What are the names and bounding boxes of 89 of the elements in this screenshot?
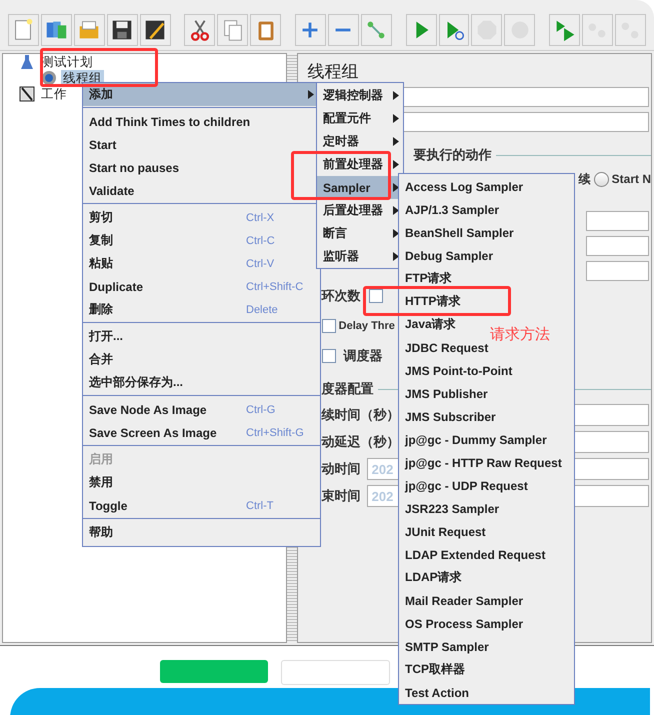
field-label: 动时间 — [322, 460, 361, 478]
play-icon — [447, 22, 464, 40]
submenu-arrow-icon — [393, 160, 399, 169]
gear-icon — [41, 70, 57, 86]
menu-item[interactable]: 配置元件 — [317, 107, 403, 130]
menu-item[interactable]: JSR223 Sampler — [399, 497, 506, 520]
menu-item[interactable]: 粘贴 Ctrl-V — [83, 252, 320, 275]
section-title: 要执行的动作 — [414, 146, 492, 164]
toolbar-button[interactable] — [140, 14, 171, 46]
checkbox-label: Delay Thre — [338, 320, 395, 332]
menu-item[interactable]: 删除 Delete — [83, 298, 320, 321]
section-title: 度器配置 — [322, 380, 374, 398]
menu-item[interactable]: Start no pauses — [83, 156, 320, 179]
field-label: 续时间（秒） — [322, 406, 400, 424]
text-field[interactable] — [586, 261, 649, 281]
menu-item[interactable]: Toggle Ctrl-T — [83, 494, 320, 517]
menu-item[interactable]: Save Screen As Image Ctrl+Shift-G — [83, 421, 320, 444]
checkbox[interactable] — [322, 319, 336, 333]
clipboard-icon — [258, 22, 274, 40]
double-play-icon — [556, 20, 574, 42]
menu-item[interactable]: jp@gc - HTTP Raw Request — [399, 451, 568, 474]
menu-item[interactable]: Debug Sampler — [399, 244, 500, 267]
text-field[interactable] — [586, 236, 649, 256]
menu-item[interactable]: Add Think Times to children — [83, 110, 320, 133]
menu-item[interactable]: JMS Subscriber — [399, 405, 502, 428]
submenu-arrow-icon — [393, 183, 399, 192]
panel-title: 线程组 — [308, 61, 360, 82]
submenu-arrow-icon — [393, 114, 399, 123]
annotation-note: 请求方法 — [490, 325, 550, 344]
menu-item[interactable]: FTP请求 — [399, 267, 458, 290]
flask-icon — [19, 54, 35, 70]
submenu-arrow-icon — [393, 91, 399, 100]
menu-item[interactable]: JMS Publisher — [399, 382, 494, 405]
submenu-arrow-icon — [308, 90, 314, 99]
menu-item[interactable]: AJP/1.3 Sampler — [399, 198, 506, 221]
menu-item[interactable]: Start — [83, 133, 320, 156]
radio-label: Start N — [612, 172, 651, 186]
menu-item[interactable]: 复制 Ctrl-C — [83, 229, 320, 252]
menu-item[interactable]: 剪切 Ctrl-X — [83, 206, 320, 229]
menu-item[interactable]: Test Action — [399, 681, 476, 704]
field-label: 环次数 — [322, 287, 361, 305]
connector-icon — [368, 22, 385, 38]
folder-icon — [80, 21, 99, 38]
menu-item[interactable]: 选中部分保存为... — [83, 371, 320, 394]
clipboard-icon — [19, 86, 35, 102]
play-icon — [416, 22, 428, 38]
menu-item[interactable]: 禁用 — [83, 471, 320, 494]
menu-item[interactable]: 合并 — [83, 348, 320, 371]
pencil-icon — [146, 20, 165, 40]
menu-item[interactable]: 帮助 — [83, 521, 320, 544]
radio-label: 续 — [578, 170, 591, 188]
minus-icon — [336, 28, 351, 32]
menu-item[interactable]: JUnit Request — [399, 520, 492, 543]
menu-item[interactable]: 定时器 — [317, 130, 403, 153]
menu-item[interactable]: jp@gc - Dummy Sampler — [399, 428, 553, 451]
toolbar-button[interactable] — [184, 14, 216, 46]
menu-item[interactable]: Save Node As Image Ctrl-G — [83, 398, 320, 421]
field-label: 束时间 — [322, 486, 361, 504]
radio-button[interactable] — [594, 172, 609, 186]
blank-page-icon — [16, 18, 33, 40]
submenu-arrow-icon — [393, 229, 399, 238]
menu-item[interactable]: Mail Reader Sampler — [399, 589, 530, 612]
tree-node[interactable]: 工作 — [39, 86, 69, 102]
menu-item[interactable]: LDAP Extended Request — [399, 543, 552, 566]
menu-item[interactable]: Validate — [83, 179, 320, 202]
checkbox[interactable] — [368, 289, 383, 303]
submenu-arrow-icon — [393, 252, 399, 261]
checkbox[interactable] — [322, 349, 336, 363]
checkbox-label: 调度器 — [344, 347, 383, 365]
text-field[interactable] — [586, 211, 649, 231]
menu-item[interactable]: JMS Point-to-Point — [399, 359, 518, 382]
copy-icon — [224, 20, 242, 41]
menu-item[interactable]: LDAP请求 — [399, 566, 468, 589]
field-label: 动延迟（秒） — [322, 432, 400, 450]
menu-item[interactable]: 逻辑控制器 — [317, 84, 403, 107]
menu-item[interactable]: OS Process Sampler — [399, 612, 530, 635]
scissors-icon — [190, 20, 209, 41]
menu-item[interactable]: Duplicate Ctrl+Shift-C — [83, 275, 320, 298]
menu-item[interactable]: jp@gc - UDP Request — [399, 474, 534, 497]
books-icon — [47, 22, 67, 38]
submenu-arrow-icon — [393, 206, 399, 215]
menu-item[interactable]: SMTP Sampler — [399, 635, 495, 658]
plus-icon — [302, 21, 320, 39]
menu-item[interactable]: 打开... — [83, 325, 320, 348]
menu-item[interactable]: TCP取样器 — [399, 658, 471, 681]
menu-item[interactable]: BeanShell Sampler — [399, 221, 520, 244]
menu-item[interactable]: Java请求 — [399, 313, 462, 336]
toolbar-button[interactable] — [106, 14, 138, 46]
submenu-arrow-icon — [393, 137, 399, 146]
